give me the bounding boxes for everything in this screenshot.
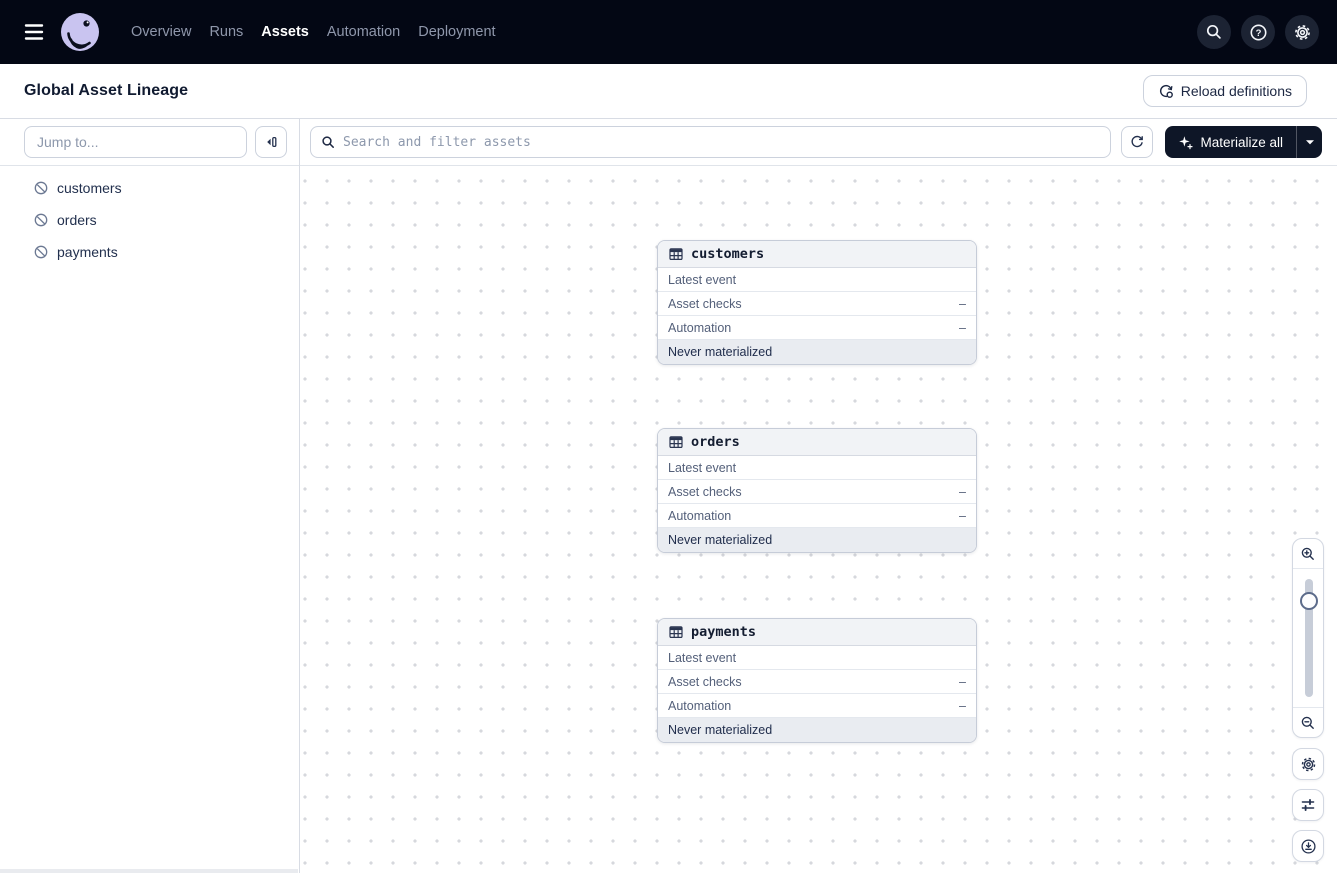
caret-down-icon[interactable] — [1296, 126, 1322, 158]
search-icon — [321, 135, 335, 149]
asset-search-input[interactable] — [310, 126, 1112, 158]
svg-text:?: ? — [1255, 28, 1261, 39]
row-label: Asset checks — [668, 674, 742, 689]
search-icon[interactable] — [1197, 15, 1231, 49]
zoom-slider-thumb[interactable] — [1300, 592, 1318, 610]
zoom-out-icon[interactable] — [1293, 707, 1323, 737]
asset-list-label: customers — [57, 180, 122, 196]
collapse-panel-icon[interactable] — [255, 126, 287, 158]
asset-node-name: orders — [691, 434, 740, 450]
help-icon[interactable]: ? — [1241, 15, 1275, 49]
asset-disabled-icon — [33, 244, 49, 260]
table-icon — [668, 434, 684, 450]
asset-disabled-icon — [33, 212, 49, 228]
reload-definitions-icon — [1158, 83, 1174, 99]
materialize-all-label: Materialize all — [1200, 134, 1283, 150]
recenter-icon[interactable] — [1292, 830, 1324, 862]
asset-node-row: Asset checks – — [658, 670, 976, 694]
asset-node-customers[interactable]: customers Latest event Asset checks – Au… — [657, 240, 977, 365]
row-label: Automation — [668, 320, 732, 335]
asset-node-row: Asset checks – — [658, 480, 976, 504]
jump-to-input[interactable] — [24, 126, 247, 158]
settings-icon[interactable] — [1285, 15, 1319, 49]
materialize-all-split-button: Materialize all — [1165, 126, 1322, 158]
asset-list: customers orders payments — [0, 166, 299, 268]
asset-node-row: Latest event — [658, 646, 976, 670]
row-label: Asset checks — [668, 296, 742, 311]
asset-node-header: payments — [658, 619, 976, 646]
asset-list-item-customers[interactable]: customers — [0, 172, 299, 204]
row-label: Latest event — [668, 460, 737, 475]
materialize-all-button[interactable]: Materialize all — [1165, 126, 1296, 158]
asset-node-header: orders — [658, 429, 976, 456]
asset-node-status: Never materialized — [658, 718, 976, 742]
row-value: – — [959, 296, 966, 311]
sidebar-toolbar — [0, 119, 299, 166]
nav-item-assets[interactable]: Assets — [261, 24, 309, 40]
row-value: – — [959, 320, 966, 335]
asset-node-status: Never materialized — [658, 528, 976, 552]
page-title: Global Asset Lineage — [24, 82, 189, 99]
asset-node-name: customers — [691, 246, 765, 262]
table-icon — [668, 246, 684, 262]
row-value: – — [959, 674, 966, 689]
refresh-icon[interactable] — [1121, 126, 1154, 158]
asset-node-status: Never materialized — [658, 340, 976, 364]
table-icon — [668, 624, 684, 640]
nav-item-deployment[interactable]: Deployment — [418, 24, 495, 40]
zoom-control-group — [1292, 538, 1324, 738]
asset-node-row: Asset checks – — [658, 292, 976, 316]
asset-disabled-icon — [33, 180, 49, 196]
nav-item-overview[interactable]: Overview — [131, 24, 191, 40]
zoom-in-icon[interactable] — [1293, 539, 1323, 569]
reload-definitions-button[interactable]: Reload definitions — [1142, 75, 1307, 107]
settings-gear-icon[interactable] — [1292, 748, 1324, 780]
lineage-sidebar: customers orders payments — [0, 119, 300, 873]
lineage-main: Materialize all — [300, 119, 1337, 873]
asset-node-row: Latest event — [658, 268, 976, 292]
asset-node-row: Automation – — [658, 316, 976, 340]
row-label: Latest event — [668, 272, 737, 287]
row-value: – — [959, 508, 966, 523]
asset-node-row: Automation – — [658, 504, 976, 528]
asset-node-row: Automation – — [658, 694, 976, 718]
asset-list-item-orders[interactable]: orders — [0, 204, 299, 236]
dagster-logo[interactable] — [60, 12, 100, 52]
row-value: – — [959, 698, 966, 713]
asset-list-label: orders — [57, 212, 97, 228]
page-header: Global Asset Lineage Reload definitions — [0, 64, 1337, 119]
sparkle-icon — [1178, 135, 1194, 150]
body-layout: customers orders payments — [0, 119, 1337, 873]
sidebar-horizontal-scrollbar[interactable] — [0, 869, 298, 873]
asset-node-header: customers — [658, 241, 976, 268]
nav-item-runs[interactable]: Runs — [209, 24, 243, 40]
asset-node-payments[interactable]: payments Latest event Asset checks – Aut… — [657, 618, 977, 743]
nav-item-automation[interactable]: Automation — [327, 24, 400, 40]
filter-sliders-icon[interactable] — [1292, 789, 1324, 821]
lineage-canvas[interactable]: customers Latest event Asset checks – Au… — [300, 166, 1337, 873]
row-label: Latest event — [668, 650, 737, 665]
asset-list-label: payments — [57, 244, 118, 260]
primary-nav: Overview Runs Assets Automation Deployme… — [122, 24, 505, 40]
asset-node-orders[interactable]: orders Latest event Asset checks – Autom… — [657, 428, 977, 553]
row-value: – — [959, 484, 966, 499]
top-navbar: Overview Runs Assets Automation Deployme… — [0, 0, 1337, 64]
menu-icon[interactable] — [14, 12, 54, 52]
asset-search-field[interactable] — [343, 134, 1101, 150]
lineage-toolbar: Materialize all — [300, 119, 1337, 166]
asset-node-name: payments — [691, 624, 757, 640]
row-label: Automation — [668, 698, 732, 713]
asset-node-row: Latest event — [658, 456, 976, 480]
asset-list-item-payments[interactable]: payments — [0, 236, 299, 268]
row-label: Automation — [668, 508, 732, 523]
reload-definitions-label: Reload definitions — [1180, 83, 1292, 99]
zoom-slider[interactable] — [1293, 569, 1323, 707]
row-label: Asset checks — [668, 484, 742, 499]
